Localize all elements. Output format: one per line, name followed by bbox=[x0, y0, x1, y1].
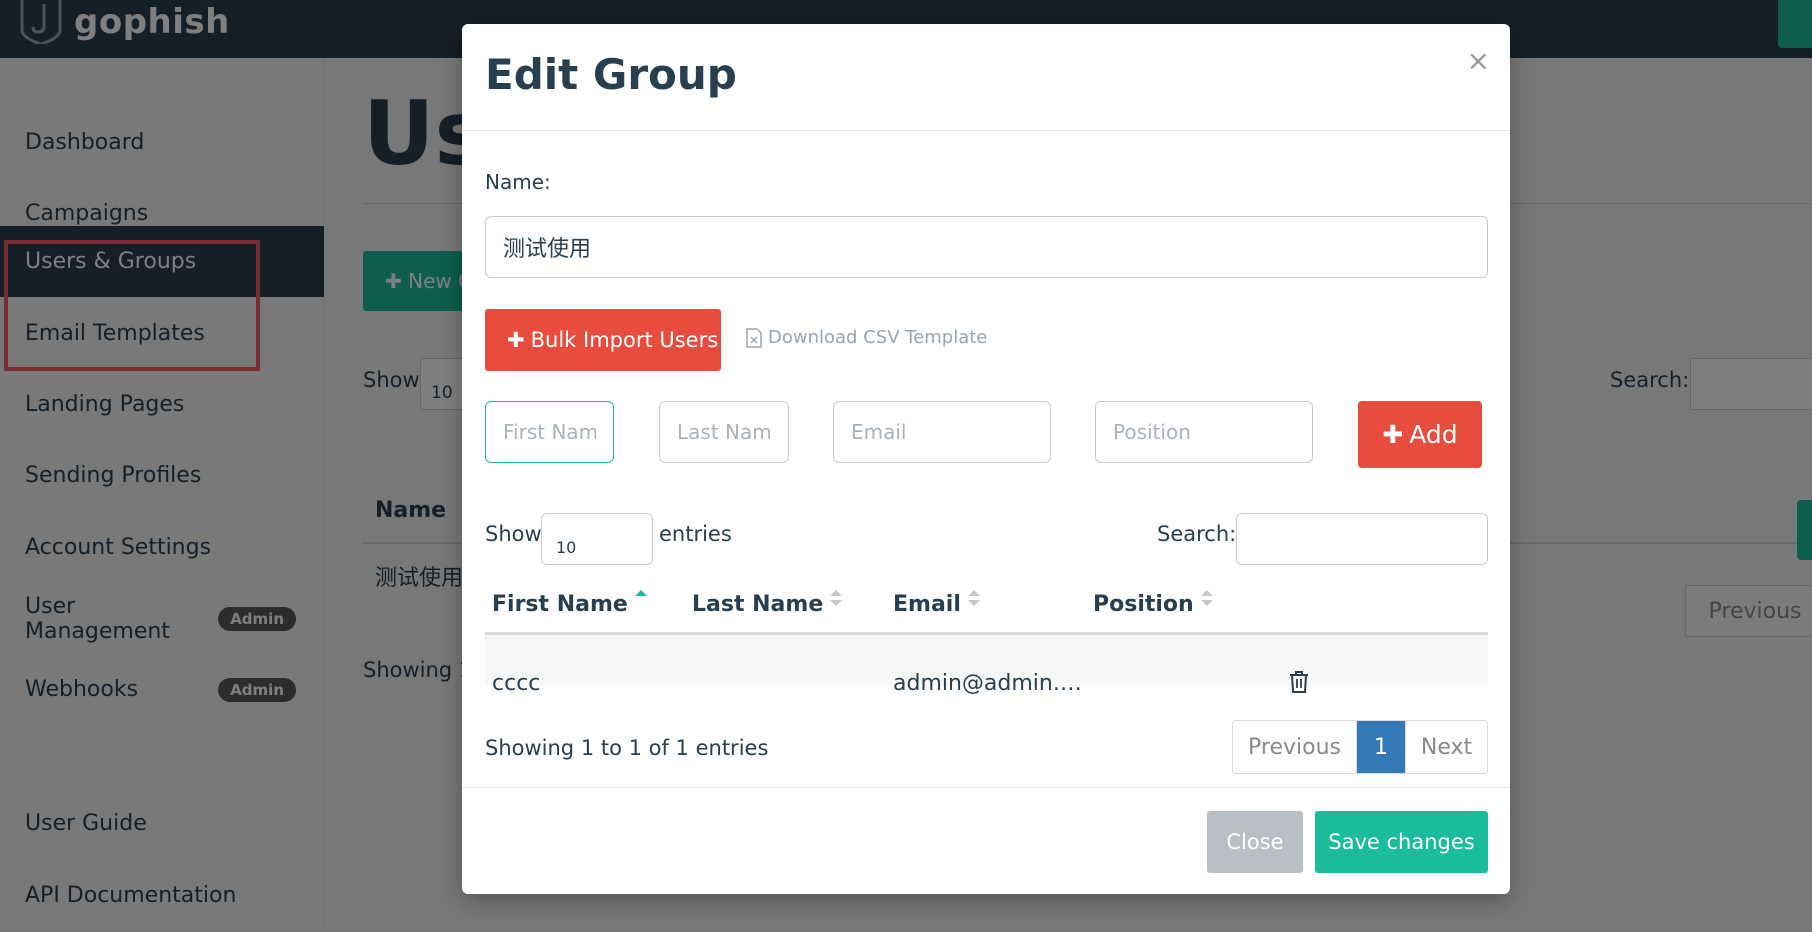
download-csv-template-link[interactable]: Download CSV Template bbox=[746, 327, 987, 348]
plus-icon: ✚ bbox=[507, 328, 525, 352]
add-user-button[interactable]: ✚ Add bbox=[1358, 401, 1482, 468]
pagination: Previous 1 Next bbox=[1232, 720, 1488, 774]
position-input[interactable] bbox=[1095, 401, 1313, 463]
column-header-email[interactable]: Email bbox=[893, 589, 981, 617]
entries-per-page-select[interactable]: 10 bbox=[541, 513, 653, 565]
column-header-label: Position bbox=[1093, 592, 1194, 617]
sort-icon bbox=[1200, 589, 1213, 606]
email-input[interactable] bbox=[833, 401, 1051, 463]
close-icon[interactable]: × bbox=[1467, 44, 1490, 77]
previous-page-button[interactable]: Previous bbox=[1233, 721, 1357, 773]
edit-group-modal: Edit Group × Name: ✚ Bulk Import Users D… bbox=[462, 24, 1510, 894]
modal-footer-divider bbox=[462, 787, 1510, 788]
plus-icon: ✚ bbox=[1382, 420, 1404, 449]
email-cell: admin@admin.… bbox=[893, 671, 1082, 696]
entries-label: entries bbox=[659, 522, 732, 546]
column-header-position[interactable]: Position bbox=[1093, 589, 1214, 617]
csv-template-label: Download CSV Template bbox=[768, 327, 988, 348]
modal-title: Edit Group bbox=[485, 50, 737, 99]
search-label: Search: bbox=[1157, 522, 1237, 546]
column-header-last-name[interactable]: Last Name bbox=[692, 589, 843, 617]
close-button[interactable]: Close bbox=[1207, 811, 1303, 873]
showing-info: Showing 1 to 1 of 1 entries bbox=[485, 736, 769, 760]
column-header-label: Last Name bbox=[692, 592, 824, 617]
sort-icon bbox=[967, 589, 980, 606]
trash-icon[interactable] bbox=[1288, 670, 1310, 694]
show-label: Show bbox=[485, 522, 542, 546]
sort-ascending-icon bbox=[634, 589, 647, 596]
save-changes-button[interactable]: Save changes bbox=[1315, 811, 1488, 873]
column-header-label: Email bbox=[893, 592, 961, 617]
bulk-import-users-button[interactable]: ✚ Bulk Import Users bbox=[485, 309, 721, 371]
first-name-input[interactable] bbox=[485, 401, 614, 463]
add-label: Add bbox=[1409, 420, 1458, 449]
modal-header: Edit Group × bbox=[462, 24, 1510, 131]
column-header-first-name[interactable]: First Name bbox=[492, 589, 648, 617]
page-1-button[interactable]: 1 bbox=[1357, 721, 1406, 773]
column-header-label: First Name bbox=[492, 592, 628, 617]
next-page-button[interactable]: Next bbox=[1406, 721, 1487, 773]
bulk-import-label: Bulk Import Users bbox=[530, 328, 719, 352]
sort-icon bbox=[830, 589, 843, 606]
csv-file-icon bbox=[746, 327, 762, 348]
last-name-input[interactable] bbox=[659, 401, 789, 463]
table-search-input[interactable] bbox=[1236, 513, 1488, 565]
first-name-cell: cccc bbox=[492, 671, 541, 696]
name-label: Name: bbox=[485, 170, 551, 194]
group-name-input[interactable] bbox=[485, 216, 1488, 278]
